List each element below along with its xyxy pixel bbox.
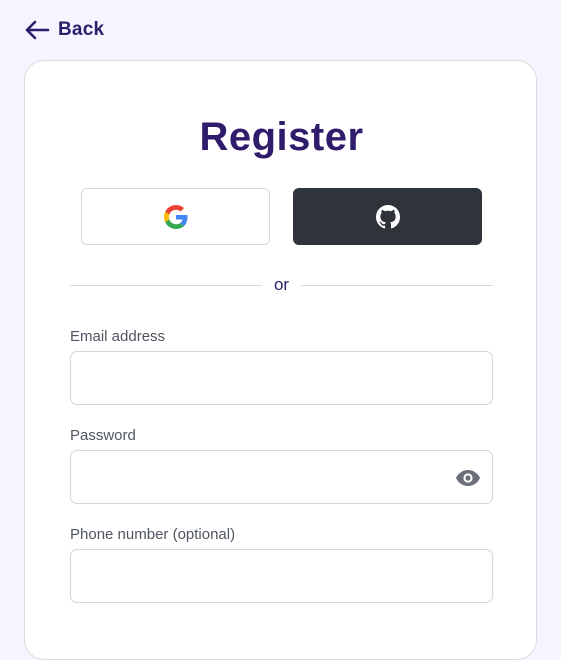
divider-line-left bbox=[70, 284, 262, 286]
divider-line-right bbox=[301, 284, 493, 286]
phone-label: Phone number (optional) bbox=[70, 526, 236, 543]
eye-icon[interactable] bbox=[455, 465, 481, 491]
page-title: Register bbox=[199, 115, 364, 159]
register-card: Register or Email address Password Phone… bbox=[24, 60, 537, 660]
github-signin-button[interactable] bbox=[293, 188, 482, 245]
divider-text: or bbox=[273, 275, 290, 294]
password-label: Password bbox=[70, 427, 136, 444]
github-icon bbox=[375, 204, 400, 229]
password-field[interactable] bbox=[70, 450, 493, 504]
google-icon bbox=[163, 204, 188, 229]
or-divider: or bbox=[70, 273, 493, 297]
back-label: Back bbox=[58, 19, 105, 40]
phone-field[interactable] bbox=[70, 549, 493, 603]
back-link[interactable]: Back bbox=[24, 16, 104, 44]
email-field[interactable] bbox=[70, 351, 493, 405]
google-signin-button[interactable] bbox=[81, 188, 270, 245]
email-label: Email address bbox=[70, 328, 166, 345]
arrow-left-icon bbox=[24, 20, 50, 40]
